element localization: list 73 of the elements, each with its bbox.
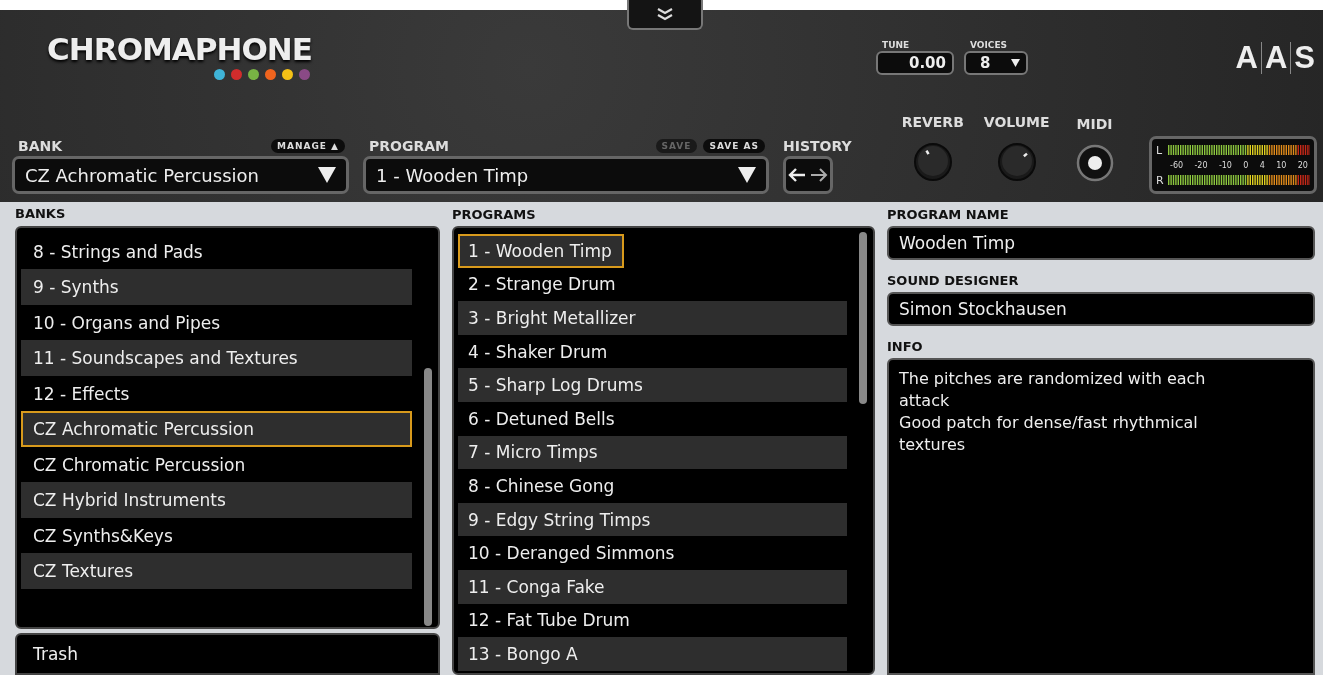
bank-item[interactable]: 8 - Strings and Pads [21, 233, 412, 270]
meter-channel-label: R [1156, 174, 1165, 186]
meter-scale-label: 0 [1243, 160, 1249, 170]
brand-logo-letter: S [1294, 40, 1315, 76]
trash-item[interactable]: Trash [15, 633, 440, 675]
bank-label: BANK [18, 138, 63, 154]
midi-indicator-icon [1075, 144, 1114, 182]
double-chevron-icon [655, 7, 675, 21]
bank-item[interactable]: 12 - Effects [21, 375, 412, 412]
program-item[interactable]: 11 - Conga Fake [458, 569, 847, 604]
bank-item[interactable]: CZ Achromatic Percussion [21, 411, 412, 447]
scrollbar-thumb[interactable] [424, 367, 432, 626]
meter-scale-label: -10 [1218, 160, 1232, 170]
midi-label: MIDI [1076, 116, 1113, 132]
tune-label: TUNE [881, 40, 911, 50]
bank-item[interactable]: CZ Hybrid Instruments [21, 482, 412, 518]
program-item[interactable]: 13 - Bongo A [458, 637, 847, 671]
knob[interactable] [996, 142, 1037, 182]
meter-scale-label: 10 [1276, 160, 1287, 170]
meter-scale-label: 4 [1259, 160, 1265, 170]
programs-title: PROGRAMS [452, 205, 537, 224]
sound-designer-field[interactable]: Simon Stockhausen [887, 292, 1315, 326]
meter-scale-label: 20 [1297, 160, 1308, 170]
voices-dropdown[interactable]: 8 [964, 51, 1028, 75]
tune-field[interactable]: 0.00 [876, 51, 954, 75]
bank-item[interactable]: CZ Chromatic Percussion [21, 446, 412, 483]
info-text: Good patch for dense/fast rhythmical textures [899, 412, 1199, 456]
knob-label: VOLUME [983, 114, 1050, 130]
knob[interactable] [912, 142, 953, 182]
program-item[interactable]: 5 - Sharp Log Drums [458, 368, 847, 402]
bank-item[interactable]: 11 - Soundscapes and Textures [21, 340, 412, 376]
info-label: INFO [887, 337, 924, 356]
bank-item[interactable]: CZ Synths&Keys [21, 517, 412, 554]
program-name-field[interactable]: Wooden Timp [887, 226, 1315, 260]
program-item[interactable]: 3 - Bright Metallizer [458, 301, 847, 335]
program-item[interactable]: 9 - Edgy String Timps [458, 502, 847, 537]
save-button[interactable]: SAVE AS [703, 139, 765, 153]
dropdown-arrow-icon [318, 167, 336, 183]
program-label: PROGRAM [369, 138, 449, 154]
bank-item[interactable]: 10 - Organs and Pipes [21, 304, 412, 341]
program-item[interactable]: 7 - Micro Timps [458, 435, 847, 470]
program-item[interactable]: 2 - Strange Drum [458, 267, 847, 302]
program-item[interactable]: 12 - Fat Tube Drum [458, 603, 847, 638]
meter-scale-label: -20 [1194, 160, 1208, 170]
brand-logo-letter: A [1235, 40, 1258, 76]
voices-label: VOICES [969, 40, 1009, 50]
scrollbar-thumb[interactable] [859, 232, 867, 404]
logo-text: CHROMAPHONE [47, 34, 312, 65]
meter-channel-label: L [1156, 144, 1164, 156]
dropdown-arrow-icon [738, 167, 756, 183]
bank-item[interactable]: CZ Textures [21, 553, 412, 589]
back-button[interactable] [788, 167, 806, 183]
meter-scale-label: -60 [1170, 160, 1184, 170]
program-item[interactable]: 10 - Deranged Simmons [458, 536, 847, 570]
knob-label: REVERB [901, 114, 964, 130]
dropdown-arrow-icon [1011, 59, 1020, 67]
program-item[interactable]: 1 - Wooden Timp [458, 234, 624, 268]
brand-logo-letter: A [1264, 40, 1288, 76]
program-item[interactable]: 4 - Shaker Drum [458, 334, 847, 369]
program-dropdown[interactable]: 1 - Wooden Timp [363, 156, 769, 194]
info-text: The pitches are randomized with each attack [899, 368, 1207, 412]
sound-designer-label: SOUND DESIGNER [887, 271, 1020, 290]
program-item[interactable]: 6 - Detuned Bells [458, 401, 847, 436]
bank-item[interactable]: 9 - Synths [21, 269, 412, 305]
history-label: HISTORY [783, 138, 852, 154]
info-field[interactable]: The pitches are randomized with each attack Good patch for dense/fast rhythmical textures [887, 358, 1315, 675]
manage-button[interactable]: MANAGE ▲ [271, 139, 345, 153]
forward-button[interactable] [810, 167, 828, 183]
program-name-label: PROGRAM NAME [887, 205, 1010, 224]
bank-dropdown[interactable]: CZ Achromatic Percussion [12, 156, 349, 194]
banks-title: BANKS [15, 205, 67, 224]
program-item[interactable]: 8 - Chinese Gong [458, 469, 847, 503]
collapse-button[interactable] [627, 0, 703, 30]
